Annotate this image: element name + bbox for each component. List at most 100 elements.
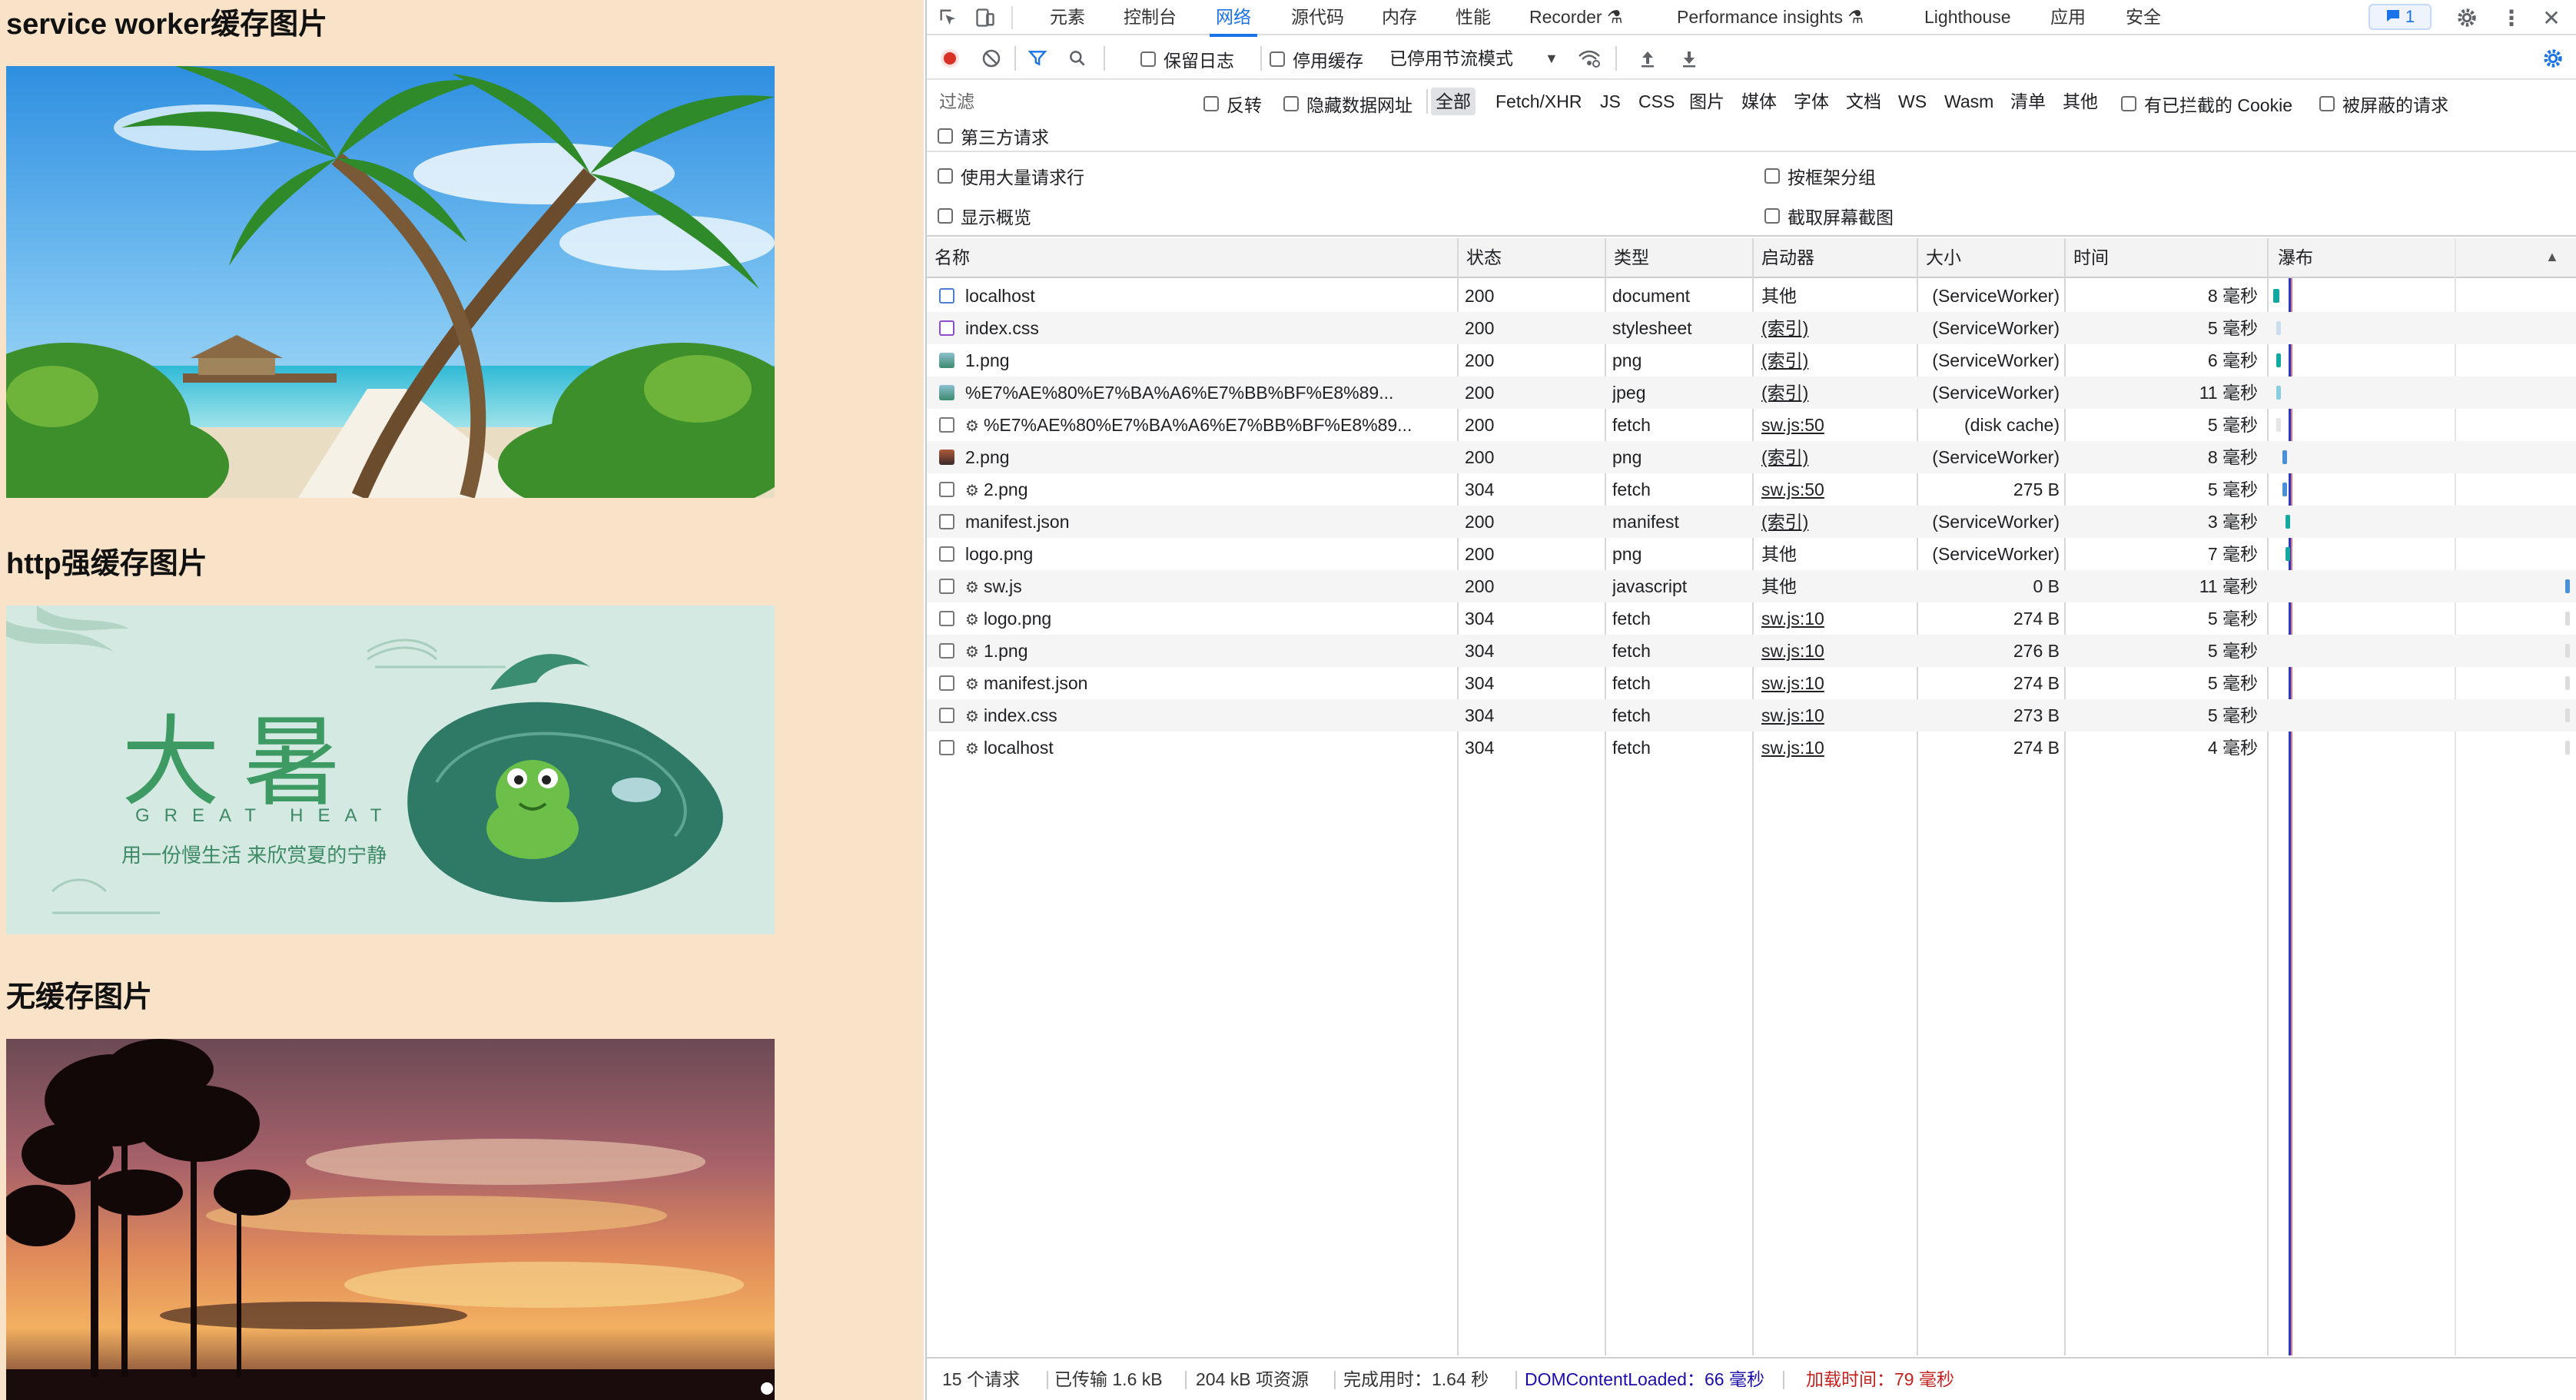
column-size[interactable]: 大小 [1918, 238, 1961, 277]
preserve-log-box[interactable] [1140, 51, 1156, 67]
request-name[interactable]: ⚙ localhost [965, 732, 1451, 764]
request-row[interactable]: 1.png 200 png (索引) (ServiceWorker) 6 毫秒 [927, 344, 2576, 377]
capture-screenshots-checkbox[interactable]: 截取屏幕截图 [1764, 203, 1894, 229]
type-filter-wasm[interactable]: Wasm [1940, 88, 1998, 115]
type-filter-manifest[interactable]: 清单 [2006, 88, 2050, 115]
request-row[interactable]: %E7%AE%80%E7%BA%A6%E7%BB%BF%E8%89... 200 j… [927, 377, 2576, 409]
close-icon[interactable]: ✕ [2539, 5, 2564, 30]
filter-input[interactable] [933, 86, 1187, 117]
sort-ascending-icon[interactable]: ▲ [2545, 249, 2559, 265]
settings-gear-icon[interactable] [2455, 5, 2479, 30]
request-name[interactable]: ⚙ 2.png [965, 473, 1451, 506]
invert-box[interactable] [1203, 96, 1219, 111]
more-options-icon[interactable]: ⋮ [2499, 5, 2524, 30]
request-name[interactable]: ⚙ sw.js [965, 570, 1451, 602]
request-row[interactable]: ⚙ localhost 304 fetch sw.js:10 274 B 4 毫秒 [927, 732, 2576, 764]
request-row[interactable]: 2.png 200 png (索引) (ServiceWorker) 8 毫秒 [927, 441, 2576, 473]
request-initiator[interactable]: sw.js:10 [1761, 667, 1907, 699]
waterfall-bar[interactable] [2276, 418, 2281, 432]
third-party-box[interactable] [938, 128, 953, 144]
preserve-log-checkbox[interactable]: 保留日志 [1140, 46, 1234, 72]
column-status[interactable]: 状态 [1459, 238, 1502, 277]
waterfall-bar[interactable] [2285, 547, 2290, 561]
request-name[interactable]: 2.png [965, 441, 1451, 473]
tab-memory[interactable]: 内存 [1382, 0, 1417, 35]
tab-security[interactable]: 安全 [2126, 0, 2161, 35]
invert-checkbox[interactable]: 反转 [1203, 91, 1262, 117]
waterfall-bar[interactable] [2282, 450, 2287, 464]
tab-network[interactable]: 网络 [1210, 0, 1257, 37]
import-har-icon[interactable] [1635, 46, 1660, 71]
record-icon[interactable] [938, 46, 962, 71]
request-initiator[interactable]: sw.js:10 [1761, 635, 1907, 667]
waterfall-bar[interactable] [2282, 483, 2287, 496]
request-name[interactable]: ⚙ %E7%AE%80%E7%BA%A6%E7%BB%BF%E8%89... [965, 409, 1451, 441]
request-row[interactable]: index.css 200 stylesheet (索引) (ServiceWorker… [927, 312, 2576, 344]
request-name[interactable]: manifest.json [965, 506, 1451, 538]
request-initiator[interactable]: sw.js:10 [1761, 732, 1907, 764]
third-party-checkbox[interactable]: 第三方请求 [938, 123, 1049, 149]
network-settings-gear-icon[interactable] [2541, 46, 2565, 71]
request-row[interactable]: ⚙ sw.js 200 javascript 其他 0 B 11 毫秒 [927, 570, 2576, 602]
disable-cache-checkbox[interactable]: 停用缓存 [1270, 46, 1363, 72]
request-row[interactable]: ⚙ %E7%AE%80%E7%BA%A6%E7%BB%BF%E8%89... 200… [927, 409, 2576, 441]
capture-screenshots-box[interactable] [1764, 208, 1780, 224]
device-toolbar-icon[interactable] [973, 5, 998, 30]
column-initiator[interactable]: 启动器 [1754, 238, 1814, 277]
waterfall-bar[interactable] [2276, 386, 2281, 400]
request-name[interactable]: ⚙ manifest.json [965, 667, 1451, 699]
tab-application[interactable]: 应用 [2050, 0, 2086, 35]
clear-icon[interactable] [979, 46, 1004, 71]
large-rows-checkbox[interactable]: 使用大量请求行 [938, 163, 1084, 189]
column-time[interactable]: 时间 [2066, 238, 2109, 277]
tab-performance-insights[interactable]: Performance insights ⚗ [1677, 0, 1864, 35]
waterfall-bar[interactable] [2565, 741, 2570, 755]
search-icon[interactable] [1065, 46, 1090, 71]
blocked-cookies-checkbox[interactable]: 有已拦截的 Cookie [2121, 91, 2292, 117]
request-initiator[interactable]: sw.js:10 [1761, 699, 1907, 732]
request-row[interactable]: ⚙ 2.png 304 fetch sw.js:50 275 B 5 毫秒 [927, 473, 2576, 506]
request-row[interactable]: logo.png 200 png 其他 (ServiceWorker) 7 毫秒 [927, 538, 2576, 570]
waterfall-bar[interactable] [2565, 579, 2570, 593]
request-row[interactable]: localhost 200 document 其他 (ServiceWorker) 8 毫… [927, 280, 2576, 312]
blocked-cookies-box[interactable] [2121, 96, 2136, 111]
request-name[interactable]: ⚙ logo.png [965, 602, 1451, 635]
waterfall-bar[interactable] [2565, 676, 2570, 690]
request-name[interactable]: ⚙ index.css [965, 699, 1451, 732]
request-row[interactable]: ⚙ logo.png 304 fetch sw.js:10 274 B 5 毫秒 [927, 602, 2576, 635]
request-row[interactable]: ⚙ 1.png 304 fetch sw.js:10 276 B 5 毫秒 [927, 635, 2576, 667]
hide-data-urls-checkbox[interactable]: 隐藏数据网址 [1283, 91, 1412, 117]
request-name[interactable]: logo.png [965, 538, 1451, 570]
waterfall-bar[interactable] [2276, 321, 2281, 335]
request-initiator[interactable]: (索引) [1761, 312, 1907, 344]
network-conditions-icon[interactable] [1577, 46, 1602, 71]
type-filter-all[interactable]: 全部 [1431, 88, 1476, 115]
group-by-frame-checkbox[interactable]: 按框架分组 [1764, 163, 1876, 189]
type-filter-ws[interactable]: WS [1894, 88, 1931, 115]
type-filter-css[interactable]: CSS [1634, 88, 1679, 115]
waterfall-bar[interactable] [2565, 708, 2570, 722]
show-overview-checkbox[interactable]: 显示概览 [938, 203, 1031, 229]
request-name[interactable]: index.css [965, 312, 1451, 344]
tab-elements[interactable]: 元素 [1050, 0, 1085, 35]
request-initiator[interactable]: (索引) [1761, 377, 1907, 409]
show-overview-box[interactable] [938, 208, 953, 224]
request-row[interactable]: ⚙ manifest.json 304 fetch sw.js:10 274 B 5 毫秒 [927, 667, 2576, 699]
large-rows-box[interactable] [938, 168, 953, 184]
waterfall-bar[interactable] [2565, 612, 2570, 625]
request-initiator[interactable]: sw.js:50 [1761, 409, 1907, 441]
tab-recorder[interactable]: Recorder ⚗ [1529, 0, 1623, 35]
blocked-requests-checkbox[interactable]: 被屏蔽的请求 [2319, 91, 2448, 117]
type-filter-font[interactable]: 字体 [1789, 88, 1834, 115]
group-by-frame-box[interactable] [1764, 168, 1780, 184]
type-filter-media[interactable]: 媒体 [1737, 88, 1781, 115]
blocked-requests-box[interactable] [2319, 96, 2335, 111]
filter-icon[interactable] [1025, 46, 1050, 71]
type-filter-fetch-xhr[interactable]: Fetch/XHR [1491, 88, 1586, 115]
type-filter-doc[interactable]: 文档 [1841, 88, 1886, 115]
request-row[interactable]: manifest.json 200 manifest (索引) (ServiceWork… [927, 506, 2576, 538]
request-initiator[interactable]: sw.js:10 [1761, 602, 1907, 635]
inspect-element-icon[interactable] [936, 5, 961, 30]
issues-badge[interactable]: 1 [2369, 4, 2432, 30]
request-row[interactable]: ⚙ index.css 304 fetch sw.js:10 273 B 5 毫秒 [927, 699, 2576, 732]
